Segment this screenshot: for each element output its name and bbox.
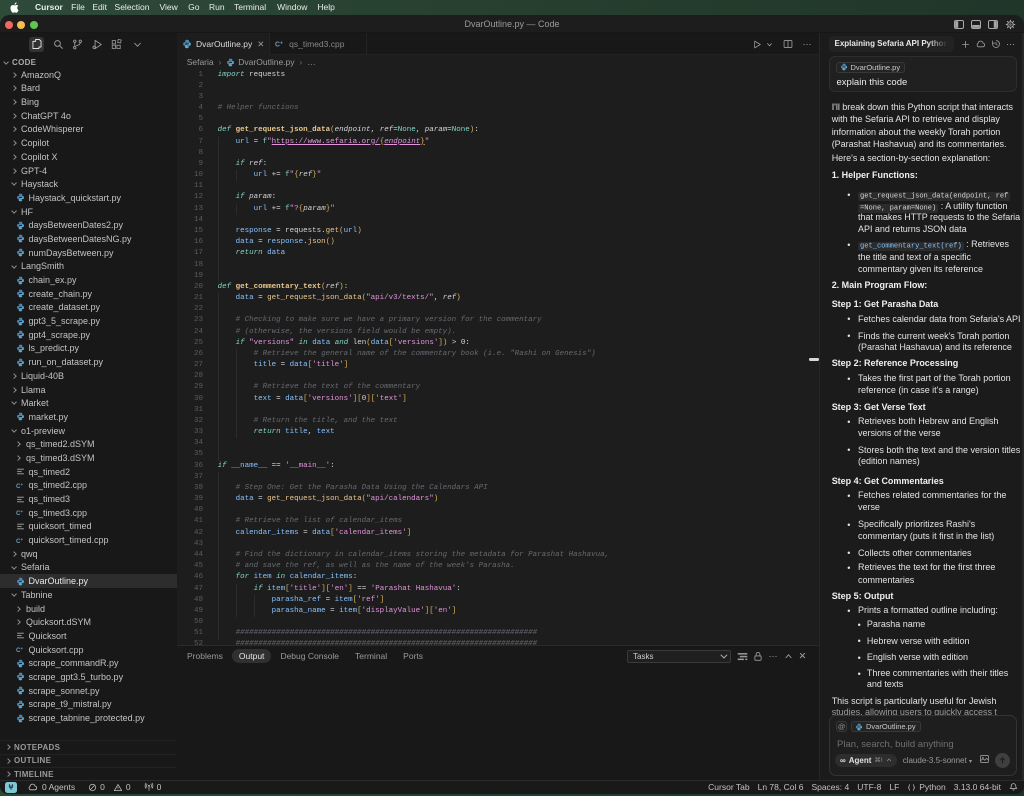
svg-text:+: + [20, 646, 23, 651]
svg-text:+: + [280, 41, 283, 47]
svg-text:+: + [20, 482, 23, 487]
svg-text:C: C [275, 42, 280, 49]
svg-text:+: + [20, 509, 23, 514]
svg-text:+: + [20, 537, 23, 542]
